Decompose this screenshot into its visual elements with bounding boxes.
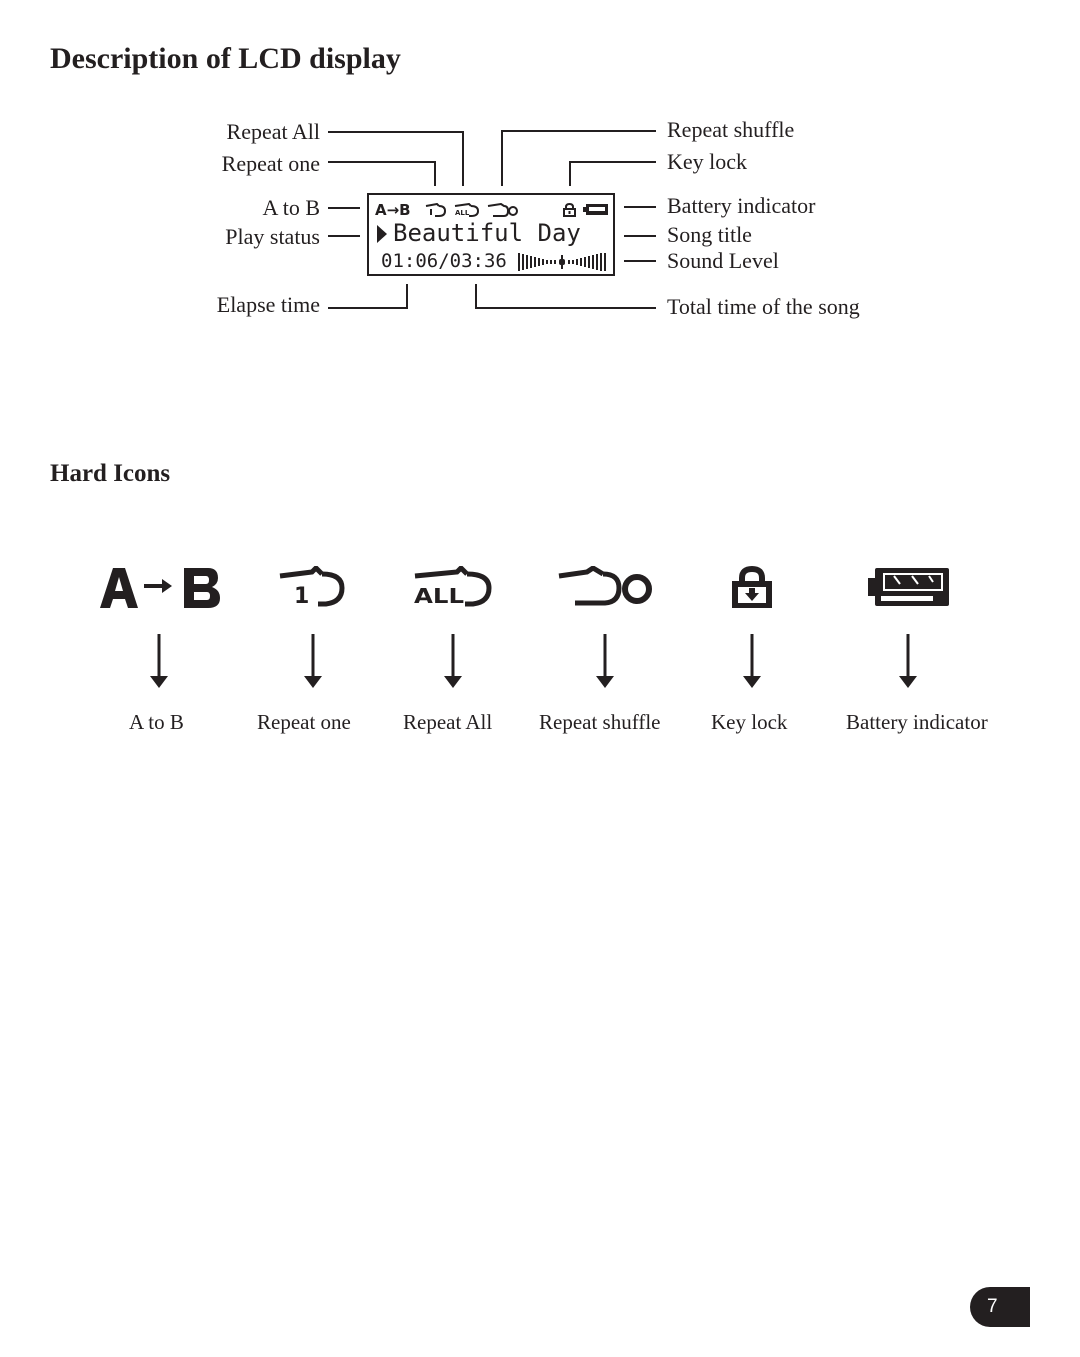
lcd-elapsed-time: 01:06 [381, 250, 439, 272]
leader-line [624, 260, 656, 262]
callout-a-to-b: A to B [262, 195, 320, 220]
arrow-down-icon [304, 634, 322, 688]
leader-line [406, 284, 408, 309]
callout-repeat-one: Repeat one [221, 151, 320, 176]
page-number: 7 [987, 1296, 998, 1317]
hard-icon-label: Repeat one [257, 710, 351, 734]
leader-line [328, 307, 408, 309]
leader-line [501, 130, 656, 132]
hard-icon-label: Key lock [711, 710, 788, 734]
callout-key-lock: Key lock [667, 149, 748, 174]
lcd-song-title: Beautiful Day [393, 219, 581, 247]
hard-icon-label: Repeat All [403, 710, 493, 734]
leader-line [434, 161, 436, 186]
hard-icon-label: A to B [129, 710, 184, 734]
battery-indicator-icon [868, 568, 949, 606]
leader-line [569, 161, 656, 163]
callout-elapse-time: Elapse time [216, 292, 320, 317]
lcd-a-to-b-icon: A→B [375, 201, 411, 219]
arrow-down-icon [743, 634, 761, 688]
arrow-down-icon [150, 634, 168, 688]
lcd-time-separator: / [438, 250, 450, 272]
callout-repeat-shuffle: Repeat shuffle [667, 117, 795, 142]
leader-line [569, 161, 571, 186]
lcd-repeat-all-icon: ALL [454, 203, 480, 217]
lcd-repeat-one-icon [425, 203, 447, 217]
lcd-repeat-shuffle-icon [487, 203, 518, 217]
repeat-all-icon: ALL [414, 566, 492, 608]
lcd-time-readout: 01:06/03:36 [381, 252, 507, 271]
leader-line [475, 284, 477, 309]
callout-sound-level: Sound Level [667, 248, 779, 273]
arrow-down-icon [444, 634, 462, 688]
key-lock-icon [732, 566, 772, 608]
repeat-one-icon: 1 [279, 566, 345, 608]
leader-line [624, 206, 656, 208]
svg-text:1: 1 [294, 584, 309, 608]
lcd-screen: A→B ALL Beautiful Day 01:06/03:36 [367, 193, 615, 276]
callout-battery-indicator: Battery indicator [667, 193, 816, 218]
callout-total-time: Total time of the song [667, 294, 860, 319]
callout-song-title: Song title [667, 222, 752, 247]
callout-play-status: Play status [225, 224, 320, 249]
leader-line [462, 131, 464, 186]
play-status-icon [377, 225, 387, 243]
leader-line [328, 207, 360, 209]
lcd-total-time: 03:36 [449, 250, 507, 272]
hard-icon-label: Repeat shuffle [539, 710, 661, 734]
leader-line [328, 161, 436, 163]
lcd-sound-level-icon [518, 253, 606, 271]
lcd-battery-icon [583, 204, 608, 215]
leader-line [328, 131, 464, 133]
leader-line [475, 307, 656, 309]
svg-text:ALL: ALL [414, 584, 464, 608]
hard-icon-label: Battery indicator [846, 710, 988, 734]
callout-repeat-all: Repeat All [226, 119, 320, 144]
page-title: Description of LCD display [50, 42, 401, 75]
a-to-b-icon [100, 568, 220, 608]
leader-line [624, 235, 656, 237]
arrow-down-icon [899, 634, 917, 688]
page-number-tab: 7 [970, 1287, 1030, 1327]
section-title: Hard Icons [50, 460, 171, 487]
lcd-key-lock-icon [563, 203, 576, 217]
leader-line [328, 235, 360, 237]
arrow-down-icon [596, 634, 614, 688]
repeat-shuffle-icon [558, 566, 652, 606]
svg-text:ALL: ALL [455, 209, 470, 217]
leader-line [501, 130, 503, 186]
